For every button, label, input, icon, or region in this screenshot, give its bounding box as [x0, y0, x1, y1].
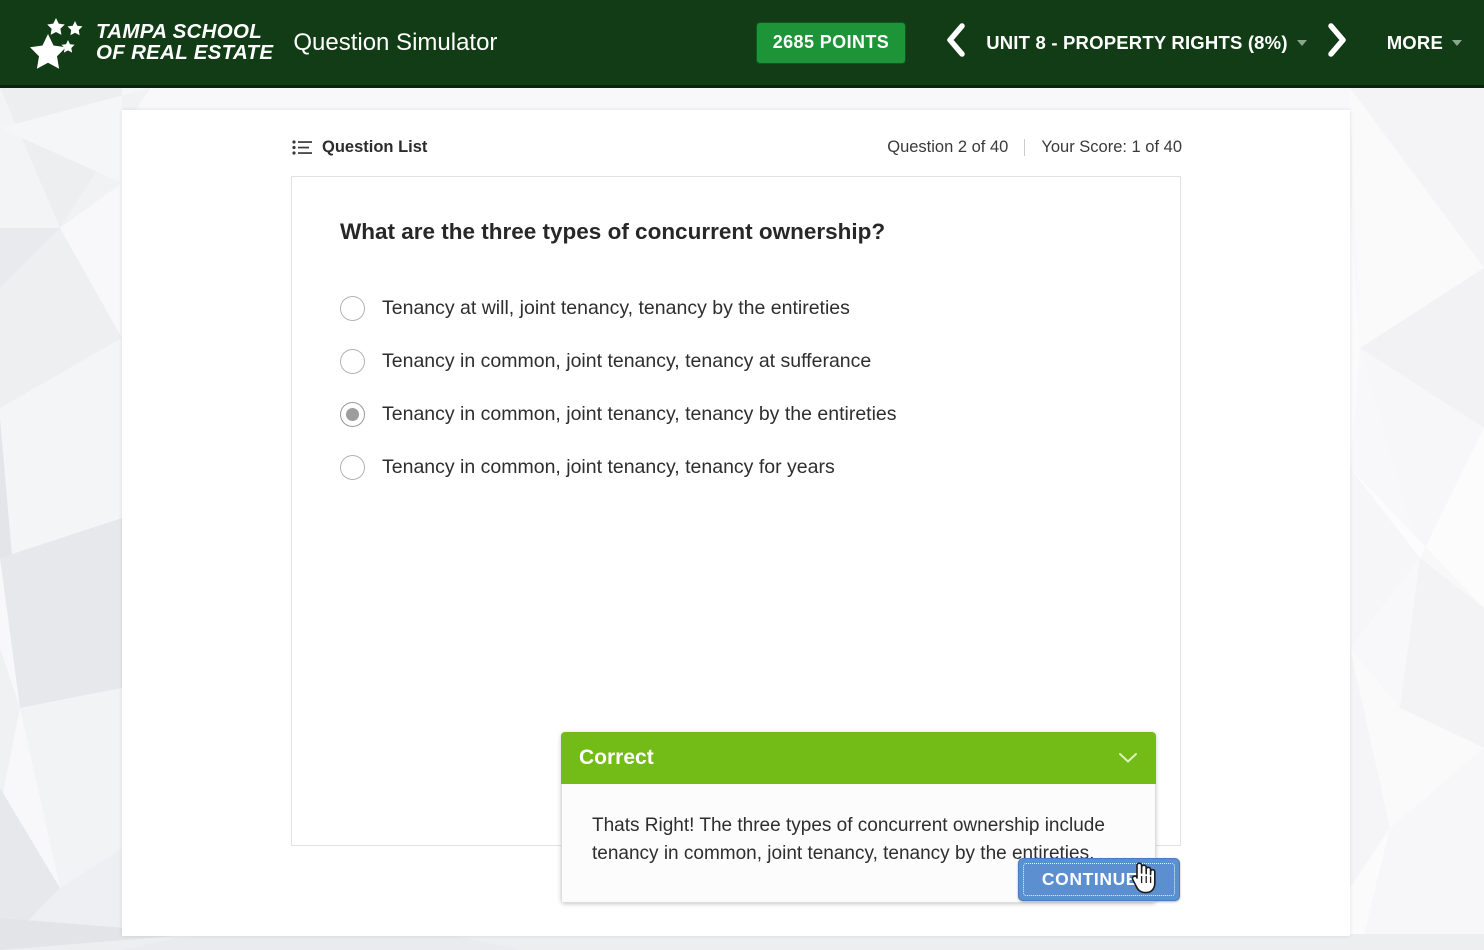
answer-option-3[interactable]: Tenancy in common, joint tenancy, tenanc…	[340, 388, 1140, 441]
page-title: Question Simulator	[293, 28, 498, 56]
brand-logo[interactable]: TAMPA SCHOOL OF REAL ESTATE	[22, 15, 273, 71]
feedback-title: Correct	[579, 746, 654, 769]
main-content-panel: Question List Question 2 of 40 Your Scor…	[122, 110, 1350, 936]
answer-option-label-1: Tenancy at will, joint tenancy, tenancy …	[382, 297, 850, 320]
answer-option-label-4: Tenancy in common, joint tenancy, tenanc…	[382, 456, 835, 479]
points-badge: 2685 POINTS	[755, 21, 907, 64]
logo-wordmark: TAMPA SCHOOL OF REAL ESTATE	[96, 19, 274, 64]
chevron-down-icon	[1296, 39, 1307, 46]
question-counter: Question 2 of 40	[887, 138, 1009, 156]
list-icon	[292, 140, 312, 155]
continue-button-container: CONTINUE	[1018, 858, 1180, 901]
score-text: Your Score: 1 of 40	[1041, 138, 1182, 156]
next-unit-button[interactable]	[1313, 22, 1361, 63]
logo-line-2: OF REAL ESTATE	[96, 40, 274, 64]
answer-option-label-2: Tenancy in common, joint tenancy, tenanc…	[382, 350, 872, 373]
answer-option-4[interactable]: Tenancy in common, joint tenancy, tenanc…	[340, 441, 1140, 494]
continue-button[interactable]: CONTINUE	[1018, 858, 1180, 901]
chevron-down-icon[interactable]	[1118, 752, 1138, 764]
question-status: Question 2 of 40 Your Score: 1 of 40	[887, 138, 1182, 157]
unit-selector-dropdown[interactable]: UNIT 8 - PROPERTY RIGHTS (8%)	[986, 32, 1307, 54]
meta-divider	[1024, 139, 1026, 156]
question-card: What are the three types of concurrent o…	[291, 176, 1181, 904]
radio-button-3[interactable]	[340, 402, 365, 427]
question-meta-row: Question List Question 2 of 40 Your Scor…	[292, 138, 1182, 157]
question-list-button[interactable]: Question List	[292, 138, 427, 157]
question-list-label: Question List	[322, 138, 428, 156]
unit-selector-label: UNIT 8 - PROPERTY RIGHTS (8%)	[986, 31, 1288, 53]
more-menu-label: MORE	[1386, 31, 1443, 53]
radio-button-1[interactable]	[340, 296, 365, 321]
star-icon	[22, 15, 100, 71]
continue-button-label: CONTINUE	[1041, 869, 1139, 889]
more-menu-dropdown[interactable]: MORE	[1387, 32, 1462, 54]
question-text: What are the three types of concurrent o…	[340, 219, 886, 244]
answer-option-label-3: Tenancy in common, joint tenancy, tenanc…	[382, 403, 897, 426]
header-controls: 2685 POINTS UNIT 8 - PROPERTY RIGHTS (8%…	[755, 0, 1484, 85]
radio-button-4[interactable]	[340, 455, 365, 480]
feedback-header[interactable]: Correct	[561, 732, 1156, 784]
chevron-down-icon	[1452, 39, 1462, 46]
answer-option-1[interactable]: Tenancy at will, joint tenancy, tenancy …	[340, 282, 1140, 335]
chevron-right-icon	[1143, 869, 1156, 890]
logo-line-1: TAMPA SCHOOL	[96, 19, 263, 43]
radio-button-2[interactable]	[340, 349, 365, 374]
previous-unit-button[interactable]	[932, 22, 980, 63]
answer-options-list: Tenancy at will, joint tenancy, tenancy …	[340, 282, 1140, 494]
top-header-bar: TAMPA SCHOOL OF REAL ESTATE Question Sim…	[0, 0, 1484, 88]
answer-option-2[interactable]: Tenancy in common, joint tenancy, tenanc…	[340, 335, 1140, 388]
